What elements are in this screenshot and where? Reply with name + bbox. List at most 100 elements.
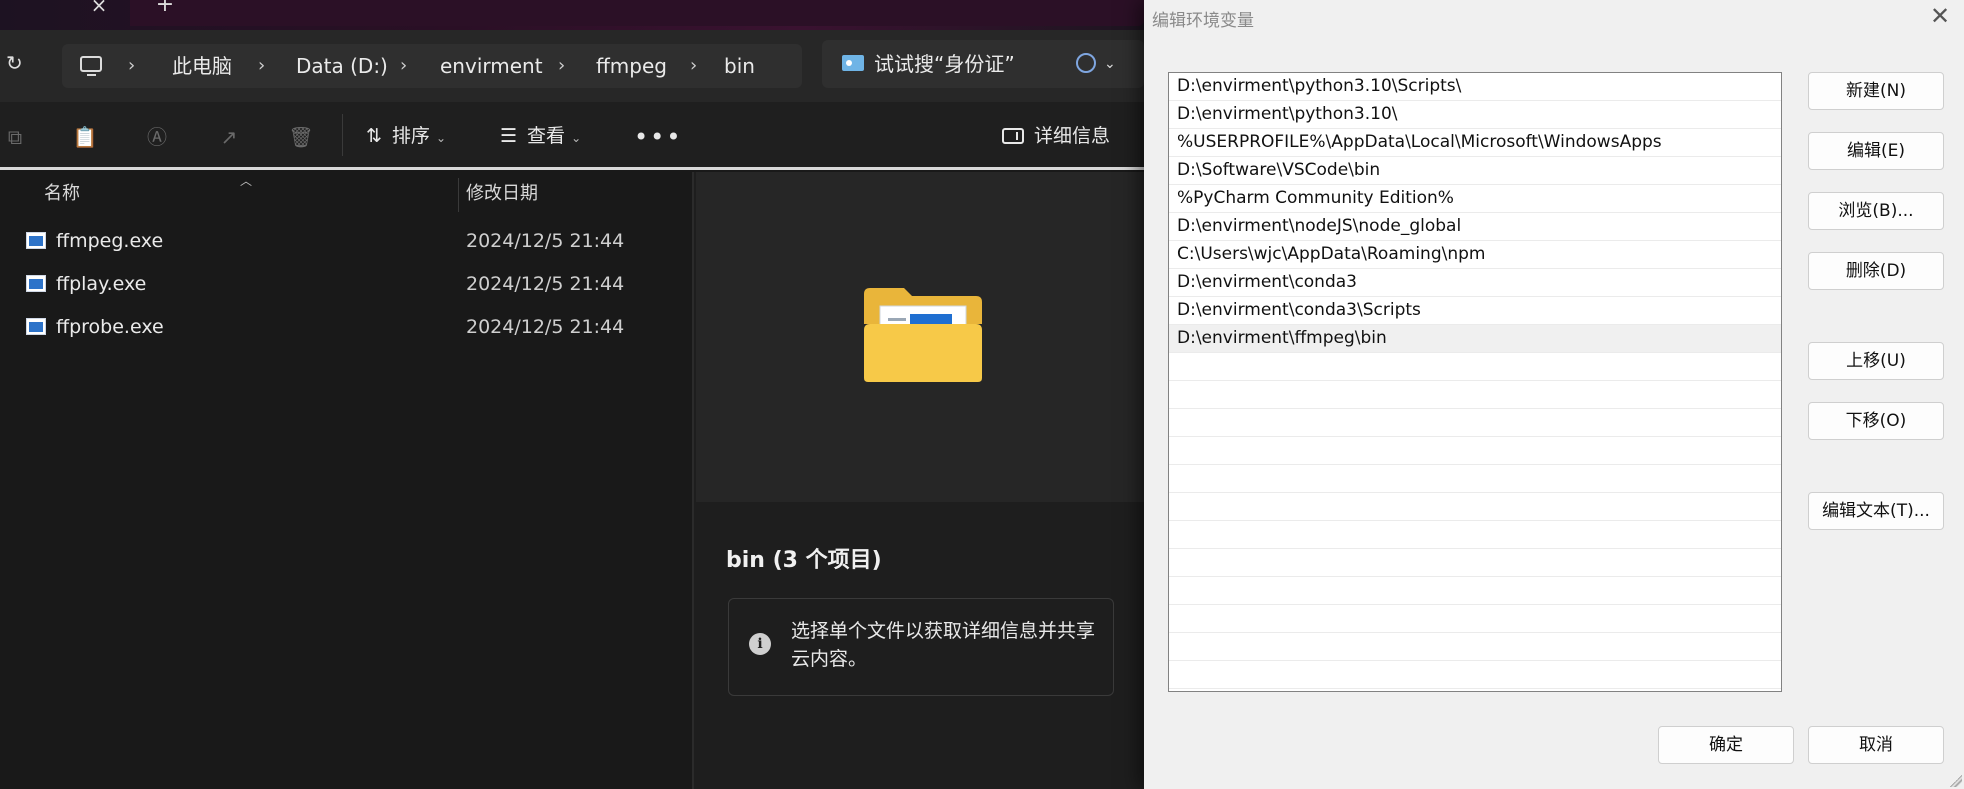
details-label: 详细信息 xyxy=(1034,125,1111,147)
new-button[interactable]: 新建(N) xyxy=(1808,72,1944,110)
path-row[interactable]: D:\envirment\conda3\Scripts xyxy=(1169,297,1781,325)
path-row-empty[interactable] xyxy=(1169,409,1781,437)
path-row[interactable]: D:\Software\VSCode\bin xyxy=(1169,157,1781,185)
edit-button[interactable]: 编辑(E) xyxy=(1808,132,1944,170)
path-row-empty[interactable] xyxy=(1169,437,1781,465)
path-row-empty[interactable] xyxy=(1169,605,1781,633)
file-row[interactable]: ffmpeg.exe 2024/12/5 21:44 xyxy=(0,220,692,262)
delete-icon[interactable]: 🗑 xyxy=(288,124,314,150)
path-row-selected[interactable]: D:\envirment\ffmpeg\bin xyxy=(1169,325,1781,353)
move-down-button[interactable]: 下移(O) xyxy=(1808,402,1944,440)
toolbar-divider xyxy=(342,114,343,156)
path-row-empty[interactable] xyxy=(1169,381,1781,409)
paste-icon[interactable]: 📋 xyxy=(72,124,98,150)
address-bar[interactable]: › 此电脑 › Data (D:) › envirment › ffmpeg ›… xyxy=(62,44,802,88)
resize-grip[interactable] xyxy=(1950,775,1962,787)
view-label: 查看 xyxy=(527,125,566,147)
breadcrumb-bin[interactable]: bin xyxy=(724,44,755,88)
details-pane-icon xyxy=(1002,128,1024,144)
path-row-empty[interactable] xyxy=(1169,633,1781,661)
sort-caret-icon: ︿ xyxy=(240,174,253,188)
file-name: ffprobe.exe xyxy=(56,316,164,338)
delete-button[interactable]: 删除(D) xyxy=(1808,252,1944,290)
column-divider[interactable] xyxy=(458,178,459,212)
breadcrumb-ffmpeg[interactable]: ffmpeg xyxy=(596,44,667,88)
chevron-right-icon[interactable]: › xyxy=(690,44,697,88)
path-row[interactable]: D:\envirment\python3.10\Scripts\ xyxy=(1169,73,1781,101)
details-button[interactable]: 详细信息 xyxy=(1002,116,1110,156)
copy-icon[interactable]: ⧉ xyxy=(2,124,28,150)
file-row[interactable]: ffplay.exe 2024/12/5 21:44 xyxy=(0,263,692,305)
exe-file-icon xyxy=(26,232,46,249)
folder-icon xyxy=(864,288,982,382)
info-card: i 选择单个文件以获取详细信息并共享云内容。 xyxy=(728,598,1114,696)
info-text: 选择单个文件以获取详细信息并共享云内容。 xyxy=(791,620,1096,670)
path-row-empty[interactable] xyxy=(1169,521,1781,549)
rename-icon[interactable]: Ⓐ xyxy=(144,124,170,150)
preview-area xyxy=(696,172,1144,502)
share-icon[interactable]: ↗ xyxy=(216,124,242,150)
path-row-empty[interactable] xyxy=(1169,577,1781,605)
dialog-title: 编辑环境变量 xyxy=(1152,11,1254,31)
chevron-down-icon: ⌄ xyxy=(435,131,446,145)
view-icon: ☰ xyxy=(500,125,518,147)
column-header-name[interactable]: 名称 xyxy=(44,172,80,216)
path-row[interactable]: C:\Users\wjc\AppData\Roaming\npm xyxy=(1169,241,1781,269)
search-box[interactable]: 试试搜“身份证” ⌄ xyxy=(822,40,1144,88)
edit-text-button[interactable]: 编辑文本(T)... xyxy=(1808,492,1944,530)
file-explorer-window: × + ↻ › 此电脑 › Data (D:) › envirment › ff… xyxy=(0,0,1144,789)
path-row[interactable]: D:\envirment\python3.10\ xyxy=(1169,101,1781,129)
tab-active[interactable] xyxy=(130,0,1144,26)
sort-button[interactable]: ⇅ 排序 ⌄ xyxy=(366,116,446,156)
computer-icon[interactable] xyxy=(80,56,102,76)
path-row[interactable]: D:\envirment\conda3 xyxy=(1169,269,1781,297)
tab-strip: × + xyxy=(0,0,1144,30)
refresh-icon[interactable]: ↻ xyxy=(6,52,28,74)
file-name: ffmpeg.exe xyxy=(56,230,164,252)
exe-file-icon xyxy=(26,275,46,292)
path-row-empty[interactable] xyxy=(1169,661,1781,689)
chevron-down-icon: ⌄ xyxy=(571,131,582,145)
chevron-down-icon[interactable]: ⌄ xyxy=(1104,40,1116,88)
file-modified: 2024/12/5 21:44 xyxy=(466,273,625,295)
sort-icon: ⇅ xyxy=(366,125,382,147)
chevron-right-icon[interactable]: › xyxy=(558,44,565,88)
cancel-button[interactable]: 取消 xyxy=(1808,726,1944,764)
info-icon: i xyxy=(749,633,771,655)
exe-file-icon xyxy=(26,318,46,335)
breadcrumb-data-drive[interactable]: Data (D:) xyxy=(296,44,388,88)
edit-env-variable-dialog: 编辑环境变量 ✕ D:\envirment\python3.10\Scripts… xyxy=(1144,0,1964,789)
details-pane: bin (3 个项目) i 选择单个文件以获取详细信息并共享云内容。 xyxy=(692,172,1144,789)
file-row[interactable]: ffprobe.exe 2024/12/5 21:44 xyxy=(0,306,692,348)
view-button[interactable]: ☰ 查看 ⌄ xyxy=(500,116,581,156)
new-tab-icon[interactable]: + xyxy=(152,0,178,18)
path-list[interactable]: D:\envirment\python3.10\Scripts\ D:\envi… xyxy=(1168,72,1782,692)
chevron-right-icon[interactable]: › xyxy=(258,44,265,88)
search-input[interactable]: 试试搜“身份证” xyxy=(874,40,1015,88)
chevron-right-icon[interactable]: › xyxy=(400,44,407,88)
move-up-button[interactable]: 上移(U) xyxy=(1808,342,1944,380)
path-row[interactable]: D:\envirment\nodeJS\node_global xyxy=(1169,213,1781,241)
preview-title: bin (3 个项目) xyxy=(726,548,882,573)
path-row-empty[interactable] xyxy=(1169,353,1781,381)
browse-button[interactable]: 浏览(B)... xyxy=(1808,192,1944,230)
chevron-right-icon[interactable]: › xyxy=(128,44,135,88)
file-modified: 2024/12/5 21:44 xyxy=(466,316,625,338)
path-row-empty[interactable] xyxy=(1169,493,1781,521)
file-modified: 2024/12/5 21:44 xyxy=(466,230,625,252)
close-icon[interactable]: ✕ xyxy=(1930,2,1950,30)
column-header-modified[interactable]: 修改日期 xyxy=(466,172,538,216)
path-row-empty[interactable] xyxy=(1169,549,1781,577)
close-icon[interactable]: × xyxy=(86,0,112,18)
ok-button[interactable]: 确定 xyxy=(1658,726,1794,764)
path-row[interactable]: %USERPROFILE%\AppData\Local\Microsoft\Wi… xyxy=(1169,129,1781,157)
breadcrumb-envirment[interactable]: envirment xyxy=(440,44,543,88)
copilot-icon[interactable] xyxy=(1076,53,1096,73)
file-name: ffplay.exe xyxy=(56,273,147,295)
command-bar: ⧉ 📋 Ⓐ ↗ 🗑 ⇅ 排序 ⌄ ☰ 查看 ⌄ ••• 详细信息 xyxy=(0,102,1144,170)
sort-label: 排序 xyxy=(391,125,430,147)
breadcrumb-this-pc[interactable]: 此电脑 xyxy=(172,44,232,88)
more-options-icon[interactable]: ••• xyxy=(634,124,682,150)
path-row[interactable]: %PyCharm Community Edition% xyxy=(1169,185,1781,213)
path-row-empty[interactable] xyxy=(1169,465,1781,493)
